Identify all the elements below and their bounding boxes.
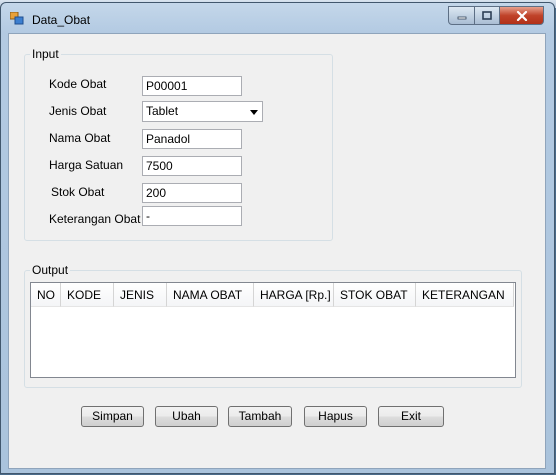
data-obat-window: Data_Obat Input Kode Obat P00001 Jenis O… <box>0 2 555 474</box>
output-group-title: Output <box>30 263 71 277</box>
column-header-jenis[interactable]: JENIS <box>114 283 167 307</box>
column-header-stok-obat[interactable]: STOK OBAT <box>334 283 416 307</box>
stok-obat-label: Stok Obat <box>51 185 105 199</box>
tambah-button[interactable]: Tambah <box>228 406 292 427</box>
output-datagrid[interactable]: NO KODE JENIS NAMA OBAT HARGA [Rp.] STOK… <box>30 282 516 378</box>
maximize-icon <box>482 11 492 20</box>
jenis-obat-selected: Tablet <box>146 104 179 118</box>
maximize-button[interactable] <box>474 6 500 25</box>
minimize-icon <box>457 16 466 19</box>
window-title: Data_Obat <box>32 13 91 27</box>
harga-satuan-field[interactable]: 7500 <box>142 156 242 176</box>
hapus-button[interactable]: Hapus <box>304 406 367 427</box>
column-header-kode[interactable]: KODE <box>61 283 114 307</box>
keterangan-obat-label: Keterangan Obat <box>49 212 141 226</box>
nama-obat-field[interactable]: Panadol <box>142 129 242 149</box>
column-header-no[interactable]: NO <box>31 283 61 307</box>
jenis-obat-combobox[interactable]: Tablet <box>142 101 263 122</box>
grid-header-row: NO KODE JENIS NAMA OBAT HARGA [Rp.] STOK… <box>31 283 514 307</box>
title-bar[interactable]: Data_Obat <box>1 3 554 31</box>
form-icon <box>10 12 24 25</box>
minimize-button[interactable] <box>448 6 475 25</box>
simpan-button[interactable]: Simpan <box>81 406 144 427</box>
nama-obat-label: Nama Obat <box>49 131 111 145</box>
column-header-nama-obat[interactable]: NAMA OBAT <box>167 283 254 307</box>
form-client-area: Input Kode Obat P00001 Jenis Obat Tablet… <box>8 33 546 469</box>
chevron-down-icon[interactable] <box>250 110 258 115</box>
close-button[interactable] <box>499 6 544 25</box>
close-icon <box>516 10 527 21</box>
jenis-obat-label: Jenis Obat <box>49 104 107 118</box>
kode-obat-field[interactable]: P00001 <box>142 76 242 96</box>
kode-obat-label: Kode Obat <box>49 77 107 91</box>
harga-satuan-label: Harga Satuan <box>49 158 124 172</box>
input-group-title: Input <box>30 47 61 61</box>
stok-obat-field[interactable]: 200 <box>142 183 242 203</box>
exit-button[interactable]: Exit <box>378 406 444 427</box>
keterangan-obat-field[interactable]: - <box>142 206 242 226</box>
ubah-button[interactable]: Ubah <box>155 406 218 427</box>
column-header-keterangan[interactable]: KETERANGAN <box>416 283 514 307</box>
column-header-harga[interactable]: HARGA [Rp.] <box>254 283 334 307</box>
